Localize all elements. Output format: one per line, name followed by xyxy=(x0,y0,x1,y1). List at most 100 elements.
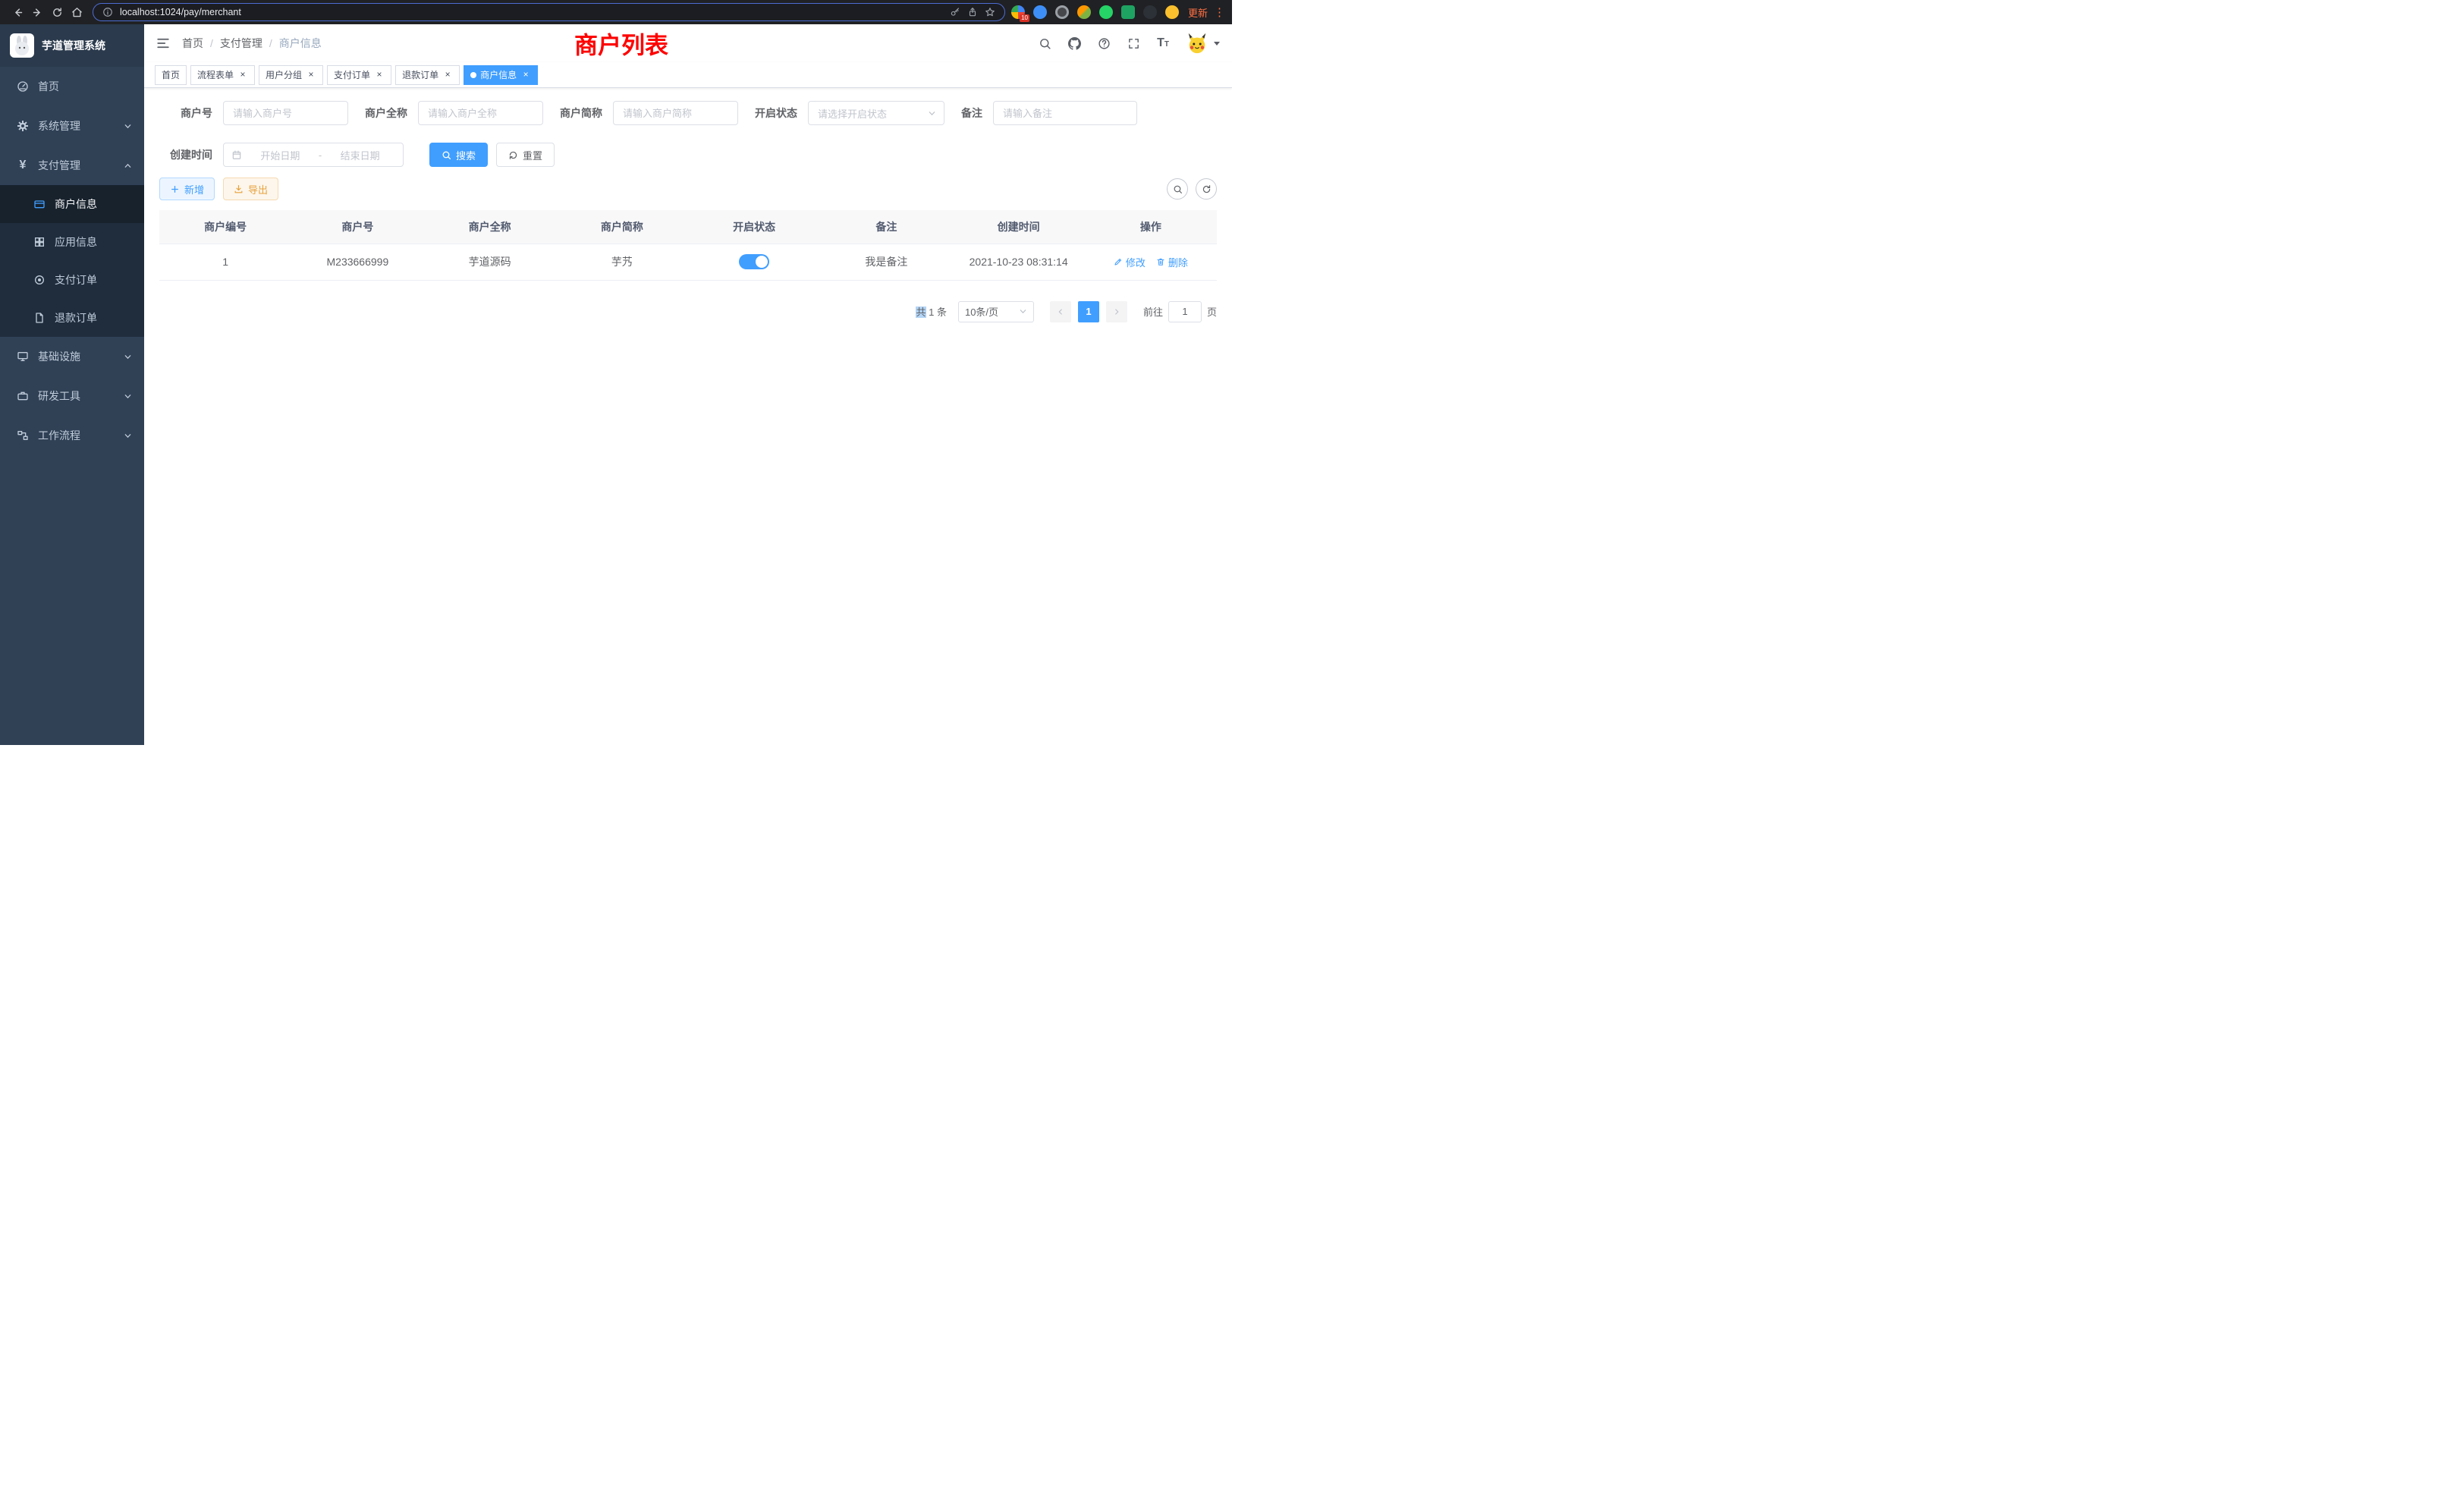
sidebar-item-app-info[interactable]: 应用信息 xyxy=(0,223,144,261)
browser-back-button[interactable] xyxy=(8,2,27,22)
gear-icon xyxy=(17,120,29,132)
tab-label: 商户信息 xyxy=(480,68,517,81)
toggle-search-button[interactable] xyxy=(1167,178,1188,200)
close-icon[interactable]: × xyxy=(237,70,248,80)
breadcrumb-current: 商户信息 xyxy=(279,36,322,51)
extension-colorful-icon[interactable]: 10 xyxy=(1011,5,1025,19)
extension-green-circle-icon[interactable] xyxy=(1099,5,1113,19)
edit-link[interactable]: 修改 xyxy=(1114,255,1146,269)
hamburger-icon[interactable] xyxy=(156,36,170,50)
close-icon[interactable]: × xyxy=(520,70,531,80)
sidebar-item-infrastructure[interactable]: 基础设施 xyxy=(0,337,144,376)
tab-payment-orders[interactable]: 支付订单 × xyxy=(327,65,391,85)
bookmark-star-icon[interactable] xyxy=(985,7,995,17)
breadcrumb-home[interactable]: 首页 xyxy=(182,36,203,51)
sidebar-item-merchant-info[interactable]: 商户信息 xyxy=(0,185,144,223)
merchant-full-name-label: 商户全称 xyxy=(365,105,407,121)
sidebar-item-label: 基础设施 xyxy=(38,349,115,364)
extension-green-square-icon[interactable] xyxy=(1121,5,1135,19)
pagination: 共 1 条 10条/页 1 前往 页 xyxy=(144,281,1232,322)
sidebar-item-label: 支付管理 xyxy=(38,158,115,173)
tab-merchant-info[interactable]: 商户信息 × xyxy=(464,65,538,85)
sidebar-item-system[interactable]: 系统管理 xyxy=(0,106,144,146)
close-icon[interactable]: × xyxy=(442,70,453,80)
extension-badge: 10 xyxy=(1020,14,1029,22)
merchant-no-input[interactable] xyxy=(223,101,348,125)
key-icon[interactable] xyxy=(950,7,960,17)
credit-card-icon xyxy=(33,198,46,210)
sidebar-item-payment[interactable]: ¥ 支付管理 xyxy=(0,146,144,185)
start-date-input[interactable]: 开始日期 xyxy=(245,148,316,162)
sidebar-item-refund-orders[interactable]: 退款订单 xyxy=(0,299,144,337)
extensions-area: 10 xyxy=(1011,5,1179,19)
status-select[interactable]: 请选择开启状态 xyxy=(808,101,944,125)
extension-blue-icon[interactable] xyxy=(1033,5,1047,19)
delete-link[interactable]: 删除 xyxy=(1156,255,1188,269)
browser-home-button[interactable] xyxy=(67,2,86,22)
extension-dark-icon[interactable] xyxy=(1143,5,1157,19)
share-icon[interactable] xyxy=(967,7,978,17)
tab-home[interactable]: 首页 xyxy=(155,65,187,85)
next-page-button[interactable] xyxy=(1106,301,1127,322)
breadcrumb-separator: / xyxy=(269,37,272,49)
edit-icon xyxy=(1114,257,1123,266)
help-icon[interactable] xyxy=(1098,37,1111,50)
sidebar-item-dev-tools[interactable]: 研发工具 xyxy=(0,376,144,416)
remark-input[interactable] xyxy=(993,101,1137,125)
merchant-full-name-input[interactable] xyxy=(418,101,543,125)
tab-process-form[interactable]: 流程表单 × xyxy=(190,65,255,85)
status-toggle[interactable] xyxy=(739,254,769,269)
page-size-select[interactable]: 10条/页 xyxy=(958,301,1034,322)
tab-refund-orders[interactable]: 退款订单 × xyxy=(395,65,460,85)
browser-update-button[interactable]: 更新 xyxy=(1188,5,1208,20)
breadcrumb-payment[interactable]: 支付管理 xyxy=(220,36,262,51)
close-icon[interactable]: × xyxy=(306,70,316,80)
browser-reload-button[interactable] xyxy=(47,2,67,22)
extension-gray-icon[interactable] xyxy=(1055,5,1069,19)
create-time-range-picker[interactable]: 开始日期 - 结束日期 xyxy=(223,143,404,167)
font-size-icon[interactable]: TT xyxy=(1157,37,1169,49)
workflow-icon xyxy=(17,429,29,442)
sidebar-item-label: 商户信息 xyxy=(55,196,144,212)
github-icon[interactable] xyxy=(1068,37,1081,50)
close-icon[interactable]: × xyxy=(374,70,385,80)
col-full-name: 商户全称 xyxy=(424,210,556,244)
tab-user-group[interactable]: 用户分组 × xyxy=(259,65,323,85)
page-number-1[interactable]: 1 xyxy=(1078,301,1099,322)
download-icon xyxy=(234,184,244,194)
sidebar-item-workflow[interactable]: 工作流程 xyxy=(0,416,144,455)
sidebar-item-label: 退款订单 xyxy=(55,310,144,325)
search-icon[interactable] xyxy=(1039,37,1051,50)
merchant-table: 商户编号 商户号 商户全称 商户简称 开启状态 备注 创建时间 操作 1 M23… xyxy=(144,200,1232,281)
add-button[interactable]: 新增 xyxy=(159,178,215,200)
address-bar[interactable]: localhost:1024/pay/merchant xyxy=(93,3,1005,21)
refresh-icon xyxy=(508,150,518,160)
goto-label: 前往 xyxy=(1143,304,1163,319)
export-button[interactable]: 导出 xyxy=(223,178,278,200)
user-menu[interactable] xyxy=(1186,32,1220,55)
cell-create-time: 2021-10-23 08:31:14 xyxy=(953,244,1085,280)
chevron-down-icon xyxy=(1214,42,1220,46)
chevron-up-icon xyxy=(124,162,132,170)
tab-label: 流程表单 xyxy=(197,68,234,81)
sidebar-item-payment-orders[interactable]: 支付订单 xyxy=(0,261,144,299)
merchant-short-name-input[interactable] xyxy=(613,101,738,125)
app-logo[interactable]: 芋道管理系统 xyxy=(0,24,144,67)
browser-menu-icon[interactable]: ⋮ xyxy=(1214,5,1224,19)
sidebar-item-home[interactable]: 首页 xyxy=(0,67,144,106)
refresh-table-button[interactable] xyxy=(1196,178,1217,200)
search-button[interactable]: 搜索 xyxy=(429,143,488,167)
dashboard-icon xyxy=(17,80,29,93)
reset-button[interactable]: 重置 xyxy=(496,143,555,167)
browser-forward-button[interactable] xyxy=(27,2,47,22)
table-row: 1 M233666999 芋道源码 芋艿 我是备注 2021-10-23 08:… xyxy=(159,244,1217,280)
goto-page-input[interactable] xyxy=(1168,301,1202,322)
end-date-input[interactable]: 结束日期 xyxy=(325,148,395,162)
prev-page-button[interactable] xyxy=(1050,301,1071,322)
fullscreen-icon[interactable] xyxy=(1127,37,1140,50)
extension-yellow-avatar-icon[interactable] xyxy=(1165,5,1179,19)
refresh-icon xyxy=(1202,184,1212,194)
extension-avatar-icon[interactable] xyxy=(1077,5,1091,19)
top-navbar: 首页 / 支付管理 / 商户信息 商户列表 TT xyxy=(144,24,1232,62)
search-icon xyxy=(1173,184,1183,194)
